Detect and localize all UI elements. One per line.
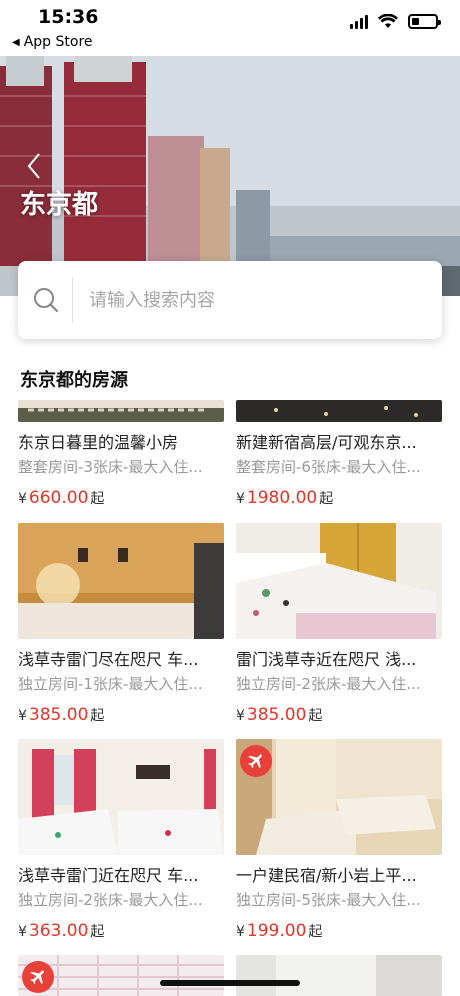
- listing-photo: [18, 955, 224, 996]
- listing-name: 东京日暮里的温馨小房: [18, 433, 179, 451]
- battery-icon: [408, 14, 441, 29]
- listing-card[interactable]: [236, 955, 442, 996]
- currency-symbol: ¥: [236, 491, 245, 507]
- listing-price: ¥ 385.00 起: [236, 705, 442, 727]
- chevron-left-icon: [27, 153, 40, 179]
- currency-symbol: ¥: [18, 924, 27, 940]
- listing-photo: [236, 955, 442, 996]
- search-icon: [20, 261, 72, 339]
- search-divider: [72, 277, 73, 323]
- listing-details: 独立房间-2张床-最大入住...: [236, 675, 421, 693]
- price-amount: 660.00: [28, 488, 89, 508]
- back-app-label: App Store: [23, 34, 93, 50]
- listing-photo: [236, 739, 442, 855]
- back-button[interactable]: [26, 152, 42, 188]
- city-title: 东京都: [20, 190, 99, 220]
- status-bar: 15:36 ◀ App Store: [0, 0, 460, 56]
- city-hero-banner: 东京都: [0, 56, 460, 296]
- home-indicator: [160, 980, 300, 986]
- cellular-signal-icon: [350, 14, 368, 29]
- section-title: 东京都的房源: [20, 370, 128, 391]
- currency-symbol: ¥: [236, 708, 245, 724]
- listing-card[interactable]: 东京日暮里的温馨小房 整套房间-3张床-最大入住... ¥ 660.00 起: [18, 400, 224, 510]
- listing-details: 整套房间-3张床-最大入住...: [18, 458, 203, 476]
- listing-details: 独立房间-5张床-最大入住...: [236, 891, 421, 909]
- listing-price: ¥ 385.00 起: [18, 705, 224, 727]
- price-amount: 385.00: [246, 705, 307, 725]
- price-amount: 385.00: [28, 705, 89, 725]
- currency-symbol: ¥: [18, 708, 27, 724]
- listing-photo: [18, 523, 224, 639]
- price-suffix: 起: [319, 491, 334, 507]
- search-input[interactable]: [89, 289, 409, 311]
- listing-name: 浅草寺雷门近在咫尺 车...: [18, 866, 199, 884]
- wifi-icon: [378, 14, 398, 28]
- listing-card[interactable]: 浅草寺雷门尽在咫尺 车... 独立房间-1张床-最大入住... ¥ 385.00…: [18, 523, 224, 727]
- listing-name: 新建新宿高层/可观东京...: [236, 433, 417, 451]
- listing-details: 整套房间-6张床-最大入住...: [236, 458, 421, 476]
- listing-card[interactable]: 一户建民宿/新小岩上平... 独立房间-5张床-最大入住... ¥ 199.00…: [236, 739, 442, 943]
- listing-name: 一户建民宿/新小岩上平...: [236, 866, 417, 884]
- currency-symbol: ¥: [18, 491, 27, 507]
- price-amount: 199.00: [246, 921, 307, 941]
- price-suffix: 起: [90, 924, 105, 940]
- price-amount: 363.00: [28, 921, 89, 941]
- back-to-app-link[interactable]: ◀ App Store: [12, 34, 93, 50]
- airplane-badge: [240, 745, 272, 777]
- listing-price: ¥ 660.00 起: [18, 488, 224, 510]
- listing-price: ¥ 199.00 起: [236, 921, 442, 943]
- listing-card[interactable]: [18, 955, 224, 996]
- listing-card[interactable]: 浅草寺雷门近在咫尺 车... 独立房间-2张床-最大入住... ¥ 363.00…: [18, 739, 224, 943]
- listing-price: ¥ 363.00 起: [18, 921, 224, 943]
- status-icons: [350, 14, 441, 29]
- price-suffix: 起: [308, 708, 323, 724]
- city-skyline-image: [0, 56, 460, 296]
- search-bar[interactable]: [18, 261, 442, 339]
- airplane-badge: [22, 961, 54, 993]
- listing-details: 独立房间-2张床-最大入住...: [18, 891, 203, 909]
- airplane-icon: [248, 754, 262, 769]
- airplane-icon: [30, 970, 44, 985]
- price-suffix: 起: [90, 708, 105, 724]
- price-amount: 1980.00: [246, 488, 318, 508]
- listing-name: 雷门浅草寺近在咫尺 浅...: [236, 650, 417, 668]
- listing-photo: [236, 400, 442, 422]
- listing-photo: [236, 523, 442, 639]
- listing-name: 浅草寺雷门尽在咫尺 车...: [18, 650, 199, 668]
- listing-photo: [18, 739, 224, 855]
- status-time: 15:36: [38, 6, 99, 28]
- listing-card[interactable]: 雷门浅草寺近在咫尺 浅... 独立房间-2张床-最大入住... ¥ 385.00…: [236, 523, 442, 727]
- listing-photo: [18, 400, 224, 422]
- listing-card[interactable]: 新建新宿高层/可观东京... 整套房间-6张床-最大入住... ¥ 1980.0…: [236, 400, 442, 510]
- price-suffix: 起: [90, 491, 105, 507]
- price-suffix: 起: [308, 924, 323, 940]
- listing-price: ¥ 1980.00 起: [236, 488, 442, 510]
- currency-symbol: ¥: [236, 924, 245, 940]
- back-triangle-icon: ◀: [12, 36, 20, 48]
- listing-details: 独立房间-1张床-最大入住...: [18, 675, 203, 693]
